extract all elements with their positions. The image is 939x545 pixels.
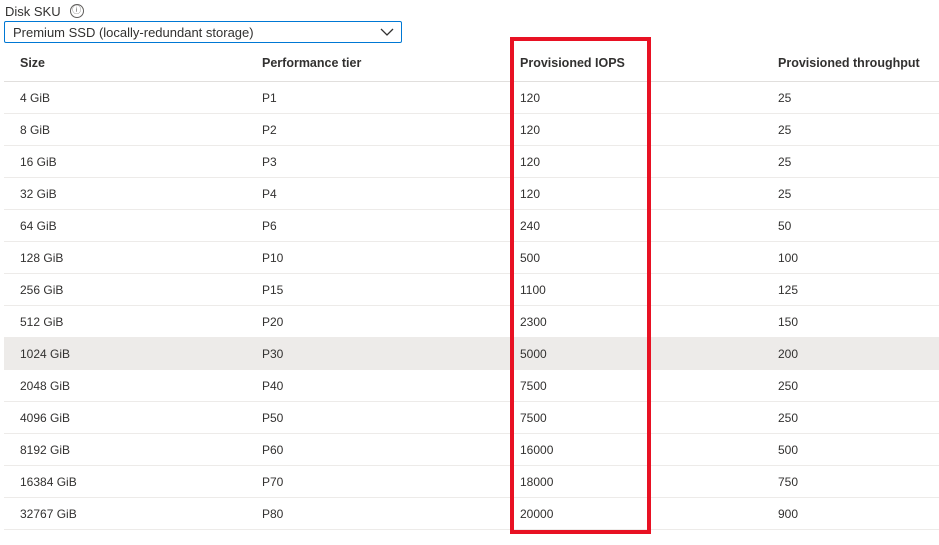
disk-size-picker: Disk SKU ⓘ Premium SSD (locally-redundan… xyxy=(0,0,939,545)
cell-provisioned-throughput: 25 xyxy=(778,145,939,178)
cell-performance-tier: P15 xyxy=(262,273,520,306)
cell-provisioned-iops: 120 xyxy=(520,113,778,146)
table-row[interactable]: 32 GiB P4 120 25 xyxy=(4,177,939,210)
cell-performance-tier: P80 xyxy=(262,497,520,530)
cell-size: 512 GiB xyxy=(4,305,262,338)
cell-provisioned-throughput: 200 xyxy=(778,337,939,370)
cell-size: 16 GiB xyxy=(4,145,262,178)
cell-performance-tier: P2 xyxy=(262,113,520,146)
cell-performance-tier: P40 xyxy=(262,369,520,402)
cell-size: 8 GiB xyxy=(4,113,262,146)
chevron-down-icon xyxy=(380,28,394,36)
column-header-size[interactable]: Size xyxy=(4,46,262,82)
disk-sku-selected-value: Premium SSD (locally-redundant storage) xyxy=(13,24,254,40)
cell-provisioned-iops: 5000 xyxy=(520,337,778,370)
disk-sku-label: Disk SKU xyxy=(5,3,61,19)
cell-size: 32 GiB xyxy=(4,177,262,210)
disk-sku-label-row: Disk SKU ⓘ xyxy=(5,2,84,20)
cell-provisioned-iops: 18000 xyxy=(520,465,778,498)
cell-provisioned-iops: 500 xyxy=(520,241,778,274)
cell-performance-tier: P20 xyxy=(262,305,520,338)
cell-size: 32767 GiB xyxy=(4,497,262,530)
cell-size: 2048 GiB xyxy=(4,369,262,402)
cell-provisioned-throughput: 25 xyxy=(778,81,939,114)
cell-provisioned-throughput: 25 xyxy=(778,177,939,210)
cell-performance-tier: P4 xyxy=(262,177,520,210)
table-row[interactable]: 8 GiB P2 120 25 xyxy=(4,113,939,146)
cell-performance-tier: P6 xyxy=(262,209,520,242)
cell-size: 16384 GiB xyxy=(4,465,262,498)
cell-provisioned-iops: 120 xyxy=(520,145,778,178)
cell-provisioned-iops: 240 xyxy=(520,209,778,242)
cell-size: 1024 GiB xyxy=(4,337,262,370)
cell-provisioned-iops: 2300 xyxy=(520,305,778,338)
cell-size: 8192 GiB xyxy=(4,433,262,466)
cell-performance-tier: P1 xyxy=(262,81,520,114)
table-row[interactable]: 128 GiB P10 500 100 xyxy=(4,241,939,274)
cell-provisioned-throughput: 250 xyxy=(778,401,939,434)
cell-provisioned-throughput: 50 xyxy=(778,209,939,242)
table-header-row: Size Performance tier Provisioned IOPS P… xyxy=(4,46,939,82)
cell-provisioned-throughput: 150 xyxy=(778,305,939,338)
column-header-provisioned-iops[interactable]: Provisioned IOPS xyxy=(520,46,778,82)
cell-performance-tier: P70 xyxy=(262,465,520,498)
cell-provisioned-iops: 7500 xyxy=(520,401,778,434)
table-row[interactable]: 1024 GiB P30 5000 200 xyxy=(4,337,939,370)
cell-size: 256 GiB xyxy=(4,273,262,306)
cell-provisioned-iops: 16000 xyxy=(520,433,778,466)
cell-provisioned-iops: 20000 xyxy=(520,497,778,530)
table-row[interactable]: 2048 GiB P40 7500 250 xyxy=(4,369,939,402)
cell-provisioned-throughput: 100 xyxy=(778,241,939,274)
disk-sku-dropdown[interactable]: Premium SSD (locally-redundant storage) xyxy=(4,21,402,43)
cell-provisioned-throughput: 125 xyxy=(778,273,939,306)
cell-size: 64 GiB xyxy=(4,209,262,242)
table-row[interactable]: 4096 GiB P50 7500 250 xyxy=(4,401,939,434)
cell-provisioned-throughput: 500 xyxy=(778,433,939,466)
cell-size: 4096 GiB xyxy=(4,401,262,434)
table-row[interactable]: 8192 GiB P60 16000 500 xyxy=(4,433,939,466)
table-body: 4 GiB P1 120 25 8 GiB P2 120 25 16 GiB P3 120 25 32 … xyxy=(4,81,939,530)
cell-size: 128 GiB xyxy=(4,241,262,274)
cell-provisioned-throughput: 900 xyxy=(778,497,939,530)
cell-provisioned-iops: 120 xyxy=(520,177,778,210)
column-header-provisioned-throughput[interactable]: Provisioned throughput xyxy=(778,46,939,82)
cell-provisioned-iops: 7500 xyxy=(520,369,778,402)
info-icon[interactable]: ⓘ xyxy=(69,4,84,18)
table-row[interactable]: 256 GiB P15 1100 125 xyxy=(4,273,939,306)
cell-performance-tier: P30 xyxy=(262,337,520,370)
disk-size-table: Size Performance tier Provisioned IOPS P… xyxy=(4,46,939,530)
cell-provisioned-throughput: 25 xyxy=(778,113,939,146)
cell-performance-tier: P3 xyxy=(262,145,520,178)
cell-provisioned-throughput: 750 xyxy=(778,465,939,498)
table-row[interactable]: 32767 GiB P80 20000 900 xyxy=(4,497,939,530)
cell-provisioned-iops: 1100 xyxy=(520,273,778,306)
cell-size: 4 GiB xyxy=(4,81,262,114)
column-header-performance-tier[interactable]: Performance tier xyxy=(262,46,520,82)
table-row[interactable]: 4 GiB P1 120 25 xyxy=(4,81,939,114)
cell-performance-tier: P10 xyxy=(262,241,520,274)
table-row[interactable]: 64 GiB P6 240 50 xyxy=(4,209,939,242)
cell-provisioned-throughput: 250 xyxy=(778,369,939,402)
table-row[interactable]: 16 GiB P3 120 25 xyxy=(4,145,939,178)
table-row[interactable]: 16384 GiB P70 18000 750 xyxy=(4,465,939,498)
table-row[interactable]: 512 GiB P20 2300 150 xyxy=(4,305,939,338)
cell-performance-tier: P50 xyxy=(262,401,520,434)
cell-performance-tier: P60 xyxy=(262,433,520,466)
cell-provisioned-iops: 120 xyxy=(520,81,778,114)
